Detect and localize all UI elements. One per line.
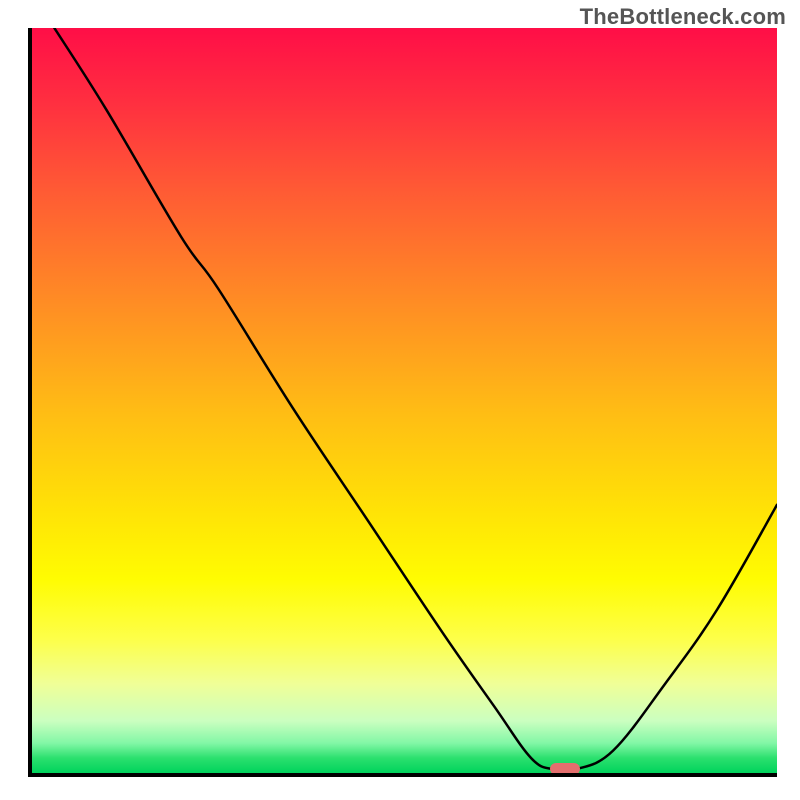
plot-area — [28, 28, 777, 777]
optimal-marker — [550, 763, 580, 775]
chart-container: TheBottleneck.com — [0, 0, 800, 800]
watermark-text: TheBottleneck.com — [580, 4, 786, 30]
bottleneck-curve — [32, 28, 777, 773]
